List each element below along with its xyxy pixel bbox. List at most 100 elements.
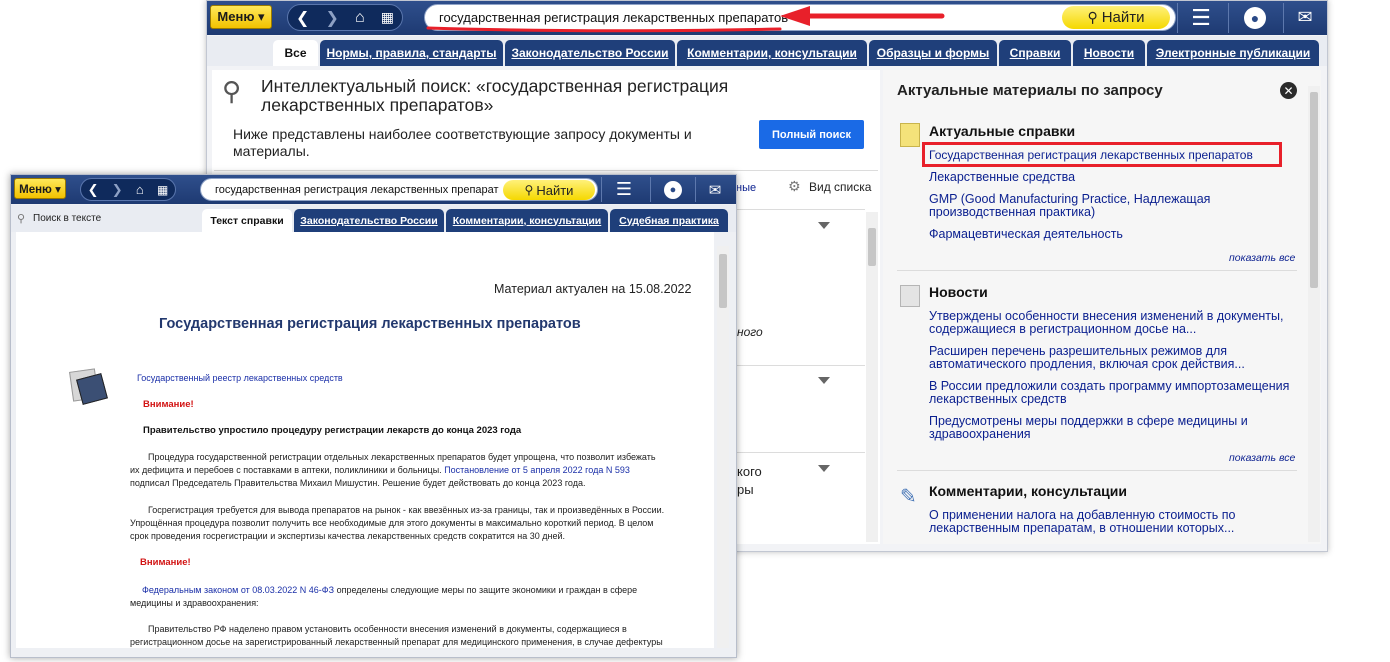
tab-epubs[interactable]: Электронные публикации xyxy=(1147,40,1319,66)
search-description-line: материалы. xyxy=(233,143,310,159)
spravka-link-cont[interactable]: производственная практика) xyxy=(929,205,1095,219)
results-fragment: кого xyxy=(737,464,762,479)
divider xyxy=(737,365,865,366)
tab-news[interactable]: Новости xyxy=(1073,40,1145,66)
spravki-icon xyxy=(900,123,920,147)
spravka-link[interactable]: GMP (Good Manufacturing Practice, Надлеж… xyxy=(929,192,1210,206)
decree-link[interactable]: Постановление от 5 апреля 2022 года N 59… xyxy=(444,465,630,475)
scrollbar-thumb[interactable] xyxy=(719,254,727,308)
spravki-title: Актуальные справки xyxy=(929,123,1076,139)
paragraph: Процедура государственной регистрации от… xyxy=(130,451,690,490)
tab-comments[interactable]: Комментарии, консультации xyxy=(446,209,608,232)
tab-text[interactable]: Текст справки xyxy=(202,209,292,232)
tab-all[interactable]: Все xyxy=(273,40,318,66)
paragraph-line: Госрегистрация требуется для вывода преп… xyxy=(148,505,665,515)
actual-date: Материал актуален на 15.08.2022 xyxy=(494,282,692,296)
tab-samples[interactable]: Образцы и формы xyxy=(869,40,997,66)
search-in-text-button[interactable]: Поиск в тексте xyxy=(33,213,101,224)
separator xyxy=(1228,3,1229,33)
registry-link[interactable]: Государственный реестр лекарственных сре… xyxy=(137,373,343,383)
find-button[interactable]: ⚲ Найти xyxy=(1062,6,1170,29)
show-all-link[interactable]: показать все xyxy=(1229,252,1295,264)
paragraph: Федеральным законом от 08.03.2022 N 46-Ф… xyxy=(130,584,690,610)
spravka-link[interactable]: Государственная регистрация лекарственны… xyxy=(929,148,1253,162)
news-icon xyxy=(900,285,920,307)
news-link-cont[interactable]: здравоохранения xyxy=(929,427,1031,441)
grid-icon[interactable]: ▦ xyxy=(381,9,394,26)
scrollbar-thumb[interactable] xyxy=(1310,92,1318,288)
chevron-down-icon[interactable] xyxy=(818,222,830,229)
news-link[interactable]: Утверждены особенности внесения изменени… xyxy=(929,309,1283,323)
show-all-link[interactable]: показать все xyxy=(1229,452,1295,464)
divider xyxy=(897,270,1297,271)
scrollbar-thumb[interactable] xyxy=(868,228,876,266)
separator xyxy=(650,177,651,202)
registry-icon xyxy=(67,368,108,405)
chevron-down-icon[interactable] xyxy=(818,377,830,384)
forward-arrow-icon[interactable]: ❯ xyxy=(112,182,123,198)
chevron-down-icon[interactable] xyxy=(818,465,830,472)
user-icon[interactable]: ● xyxy=(662,179,684,200)
annotation-arrow xyxy=(426,6,945,33)
search-icon: ⚲ xyxy=(524,183,534,197)
find-button[interactable]: ⚲ Найти xyxy=(503,180,595,200)
spravka-link[interactable]: Фармацевтическая деятельность xyxy=(929,227,1123,241)
close-icon[interactable]: ✕ xyxy=(1280,82,1297,99)
search-heading: Интеллектуальный поиск: «государственная… xyxy=(261,77,728,115)
paragraph-line: Процедура государственной регистрации от… xyxy=(148,452,656,462)
menu-button[interactable]: Меню ▾ xyxy=(14,178,66,199)
menu-button[interactable]: Меню ▾ xyxy=(210,5,272,29)
tab-comments[interactable]: Комментарии, консультации xyxy=(677,40,867,66)
news-link-cont[interactable]: содержащиеся в регистрационном досье на.… xyxy=(929,322,1196,336)
results-fragment: ного xyxy=(737,325,763,339)
comment-link-cont[interactable]: лекарственным препаратам, в отношении ко… xyxy=(929,521,1234,535)
news-link-cont[interactable]: автоматического продления, включая срок … xyxy=(929,357,1245,371)
separator xyxy=(601,177,602,202)
paragraph-line: Федеральным законом от 08.03.2022 N 46-Ф… xyxy=(130,584,690,597)
tab-spravki[interactable]: Справки xyxy=(999,40,1071,66)
law-link[interactable]: Федеральным законом от 08.03.2022 N 46-Ф… xyxy=(142,585,334,595)
search-heading-line: Интеллектуальный поиск: «государственная… xyxy=(261,76,729,96)
tab-legislation[interactable]: Законодательство России xyxy=(294,209,444,232)
full-search-button[interactable]: Полный поиск xyxy=(759,120,864,149)
view-list-button[interactable]: Вид списка xyxy=(809,180,871,194)
feedback-icon[interactable]: ✉ xyxy=(704,179,726,200)
results-fragment: ры xyxy=(737,482,754,497)
divider xyxy=(737,452,865,453)
paragraph-text: определены следующие меры по защите экон… xyxy=(334,585,638,595)
separator xyxy=(1283,3,1284,33)
news-link-cont[interactable]: лекарственных средств xyxy=(929,392,1067,406)
pen-icon: ✎ xyxy=(900,486,917,508)
comment-link[interactable]: О применении налога на добавленную стоим… xyxy=(929,508,1236,522)
home-icon[interactable]: ⌂ xyxy=(136,182,144,197)
hamburger-icon[interactable]: ☰ xyxy=(612,178,636,201)
back-arrow-icon[interactable]: ❮ xyxy=(88,182,99,198)
actual-materials-title: Актуальные материалы по запросу xyxy=(897,82,1163,99)
tab-court[interactable]: Судебная практика xyxy=(610,209,728,232)
news-link[interactable]: В России предложили создать программу им… xyxy=(929,379,1289,393)
feedback-icon[interactable]: ✉ xyxy=(1292,5,1318,30)
paragraph: Правительство РФ наделено правом установ… xyxy=(130,623,690,649)
search-description: Ниже представлены наиболее соответствующ… xyxy=(233,126,692,160)
grid-icon[interactable]: ▦ xyxy=(157,183,168,197)
tab-legislation[interactable]: Законодательство России xyxy=(505,40,675,66)
divider xyxy=(737,209,865,210)
hamburger-icon[interactable]: ☰ xyxy=(1186,4,1216,31)
separator xyxy=(695,177,696,202)
divider xyxy=(214,170,878,171)
user-icon[interactable]: ● xyxy=(1242,5,1268,30)
back-arrow-icon[interactable]: ❮ xyxy=(296,8,309,28)
results-fragment: ные xyxy=(736,182,757,194)
news-link[interactable]: Предусмотрены меры поддержки в сфере мед… xyxy=(929,414,1248,428)
home-icon[interactable]: ⌂ xyxy=(355,9,365,27)
spravka-link[interactable]: Лекарственные средства xyxy=(929,170,1075,184)
news-link[interactable]: Расширен перечень разрешительных режимов… xyxy=(929,344,1227,358)
search-in-text-icon[interactable]: ⚲ xyxy=(17,212,25,225)
search-heading-line: лекарственных препаратов» xyxy=(261,95,494,115)
gear-icon[interactable]: ⚙ xyxy=(788,178,801,195)
paragraph-text: их дефицита и перебоев с поставками в ап… xyxy=(130,465,445,475)
doc-title: Государственная регистрация лекарственны… xyxy=(159,316,581,332)
tab-norms[interactable]: Нормы, правила, стандарты xyxy=(320,40,503,66)
forward-arrow-icon[interactable]: ❯ xyxy=(326,8,339,28)
magnifier-icon: ⚲ xyxy=(222,76,242,106)
